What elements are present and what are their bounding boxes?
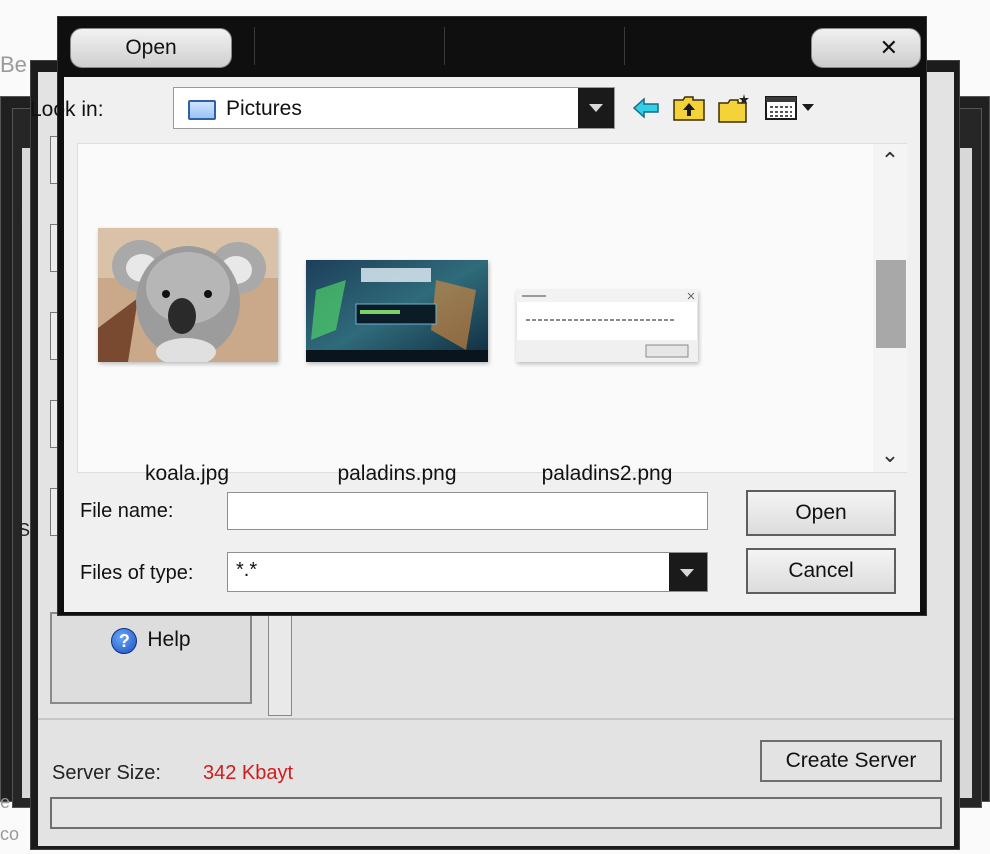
open-button-label: Open <box>795 501 847 524</box>
help-button[interactable]: ? Help <box>50 612 252 704</box>
file-item-paladins2[interactable]: paladins2.png <box>510 228 700 485</box>
scroll-up-button[interactable]: ⌃ <box>873 144 907 178</box>
chevron-down-icon <box>589 104 603 112</box>
create-server-button-label: Create Server <box>785 749 917 772</box>
build-progress-bar <box>50 797 942 829</box>
paladins-thumbnail <box>306 260 488 362</box>
help-icon: ? <box>111 628 138 654</box>
paladins-image <box>306 260 488 362</box>
status-divider <box>38 718 954 720</box>
dialog-titlebar[interactable]: Open ✕ <box>58 17 926 75</box>
look-in-value: Pictures <box>226 97 302 120</box>
dialog-title: Open <box>70 28 232 68</box>
close-button[interactable]: ✕ <box>811 28 921 68</box>
server-size-value: 342 Kbayt <box>203 762 294 784</box>
scroll-down-button[interactable]: ⌄ <box>873 438 907 472</box>
look-in-label: Look in: <box>30 98 104 121</box>
background-text: co <box>0 824 20 844</box>
background-text: S <box>18 520 31 540</box>
paladins2-thumbnail <box>516 290 698 362</box>
file-item-paladins[interactable]: paladins.png <box>300 228 490 485</box>
file-name-input[interactable] <box>227 492 708 530</box>
files-of-type-combobox[interactable]: *.* <box>227 552 708 592</box>
background-text: e <box>0 792 11 812</box>
view-menu-button[interactable] <box>763 91 819 125</box>
back-arrow-icon <box>632 97 659 119</box>
options-panel-edge <box>268 612 292 716</box>
create-new-folder-button[interactable] <box>716 91 752 125</box>
file-name-label: koala.jpg <box>144 462 230 485</box>
chevron-down-icon: ⌄ <box>880 442 900 467</box>
titlebar-divider <box>254 27 255 65</box>
dialog-title-text: Open <box>125 36 177 59</box>
look-in-dropdown-button[interactable] <box>578 88 614 128</box>
open-button[interactable]: Open <box>746 490 896 536</box>
file-name-label: paladins2.png <box>541 462 673 485</box>
up-one-level-icon <box>673 96 705 121</box>
file-item-koala[interactable]: koala.jpg <box>90 228 280 485</box>
view-menu-icon <box>765 96 814 120</box>
chevron-down-icon <box>680 569 694 577</box>
background-text: I <box>16 206 22 226</box>
file-name-label: File name: <box>80 500 174 522</box>
create-server-button[interactable]: Create Server <box>760 740 942 782</box>
look-in-combobox[interactable]: Pictures <box>173 87 615 129</box>
pictures-folder-icon <box>188 100 216 120</box>
file-list-scrollbar[interactable]: ⌃ ⌄ <box>873 144 907 472</box>
titlebar-divider <box>624 27 625 65</box>
files-of-type-dropdown-button[interactable] <box>669 553 707 591</box>
create-new-folder-icon <box>718 94 749 123</box>
files-of-type-label: Files of type: <box>80 562 194 584</box>
background-text: Be <box>0 52 27 77</box>
koala-image <box>98 228 278 362</box>
file-name-label: paladins.png <box>337 462 457 485</box>
cancel-button[interactable]: Cancel <box>746 548 896 594</box>
back-button[interactable] <box>628 91 664 125</box>
chevron-up-icon: ⌃ <box>880 148 900 173</box>
file-list-view[interactable]: koala.jpg paladins.png paladins2.png <box>77 143 907 485</box>
koala-thumbnail <box>98 228 278 362</box>
cancel-button-label: Cancel <box>788 559 854 582</box>
help-button-label: Help <box>147 628 191 651</box>
titlebar-divider <box>444 27 445 65</box>
message-box-image <box>516 290 698 362</box>
close-icon: ✕ <box>879 35 898 60</box>
up-one-level-button[interactable] <box>671 91 707 125</box>
files-of-type-value: *.* <box>236 559 258 581</box>
server-size-label: Server Size: <box>52 762 161 784</box>
scrollbar-thumb[interactable] <box>876 260 906 348</box>
